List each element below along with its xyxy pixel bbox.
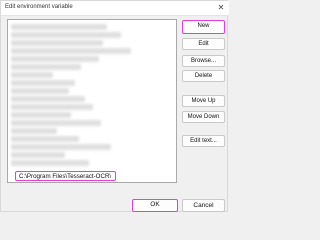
ok-button[interactable]: OK xyxy=(132,199,178,212)
move-up-button[interactable]: Move Up xyxy=(182,95,225,107)
list-item[interactable] xyxy=(11,32,121,38)
list-item[interactable] xyxy=(11,120,101,126)
list-item[interactable] xyxy=(11,136,79,142)
edit-text-button[interactable]: Edit text... xyxy=(182,135,225,147)
list-item[interactable] xyxy=(11,160,89,166)
selected-path-entry[interactable]: C:\Program Files\Tesseract-OCR\ xyxy=(15,171,116,181)
list-item[interactable] xyxy=(11,56,99,62)
list-item[interactable] xyxy=(11,128,57,134)
list-item[interactable] xyxy=(11,72,53,78)
list-item[interactable] xyxy=(11,48,131,54)
close-icon[interactable]: ✕ xyxy=(216,3,226,13)
list-item[interactable] xyxy=(11,152,65,158)
move-down-button[interactable]: Move Down xyxy=(182,111,225,123)
cancel-button[interactable]: Cancel xyxy=(182,199,225,212)
browse-button[interactable]: Browse... xyxy=(182,55,225,67)
list-item[interactable] xyxy=(11,80,75,86)
list-item[interactable] xyxy=(11,64,81,70)
list-item[interactable] xyxy=(11,144,111,150)
selected-path-text: C:\Program Files\Tesseract-OCR\ xyxy=(19,173,112,180)
title-bar: Edit environment variable ✕ xyxy=(1,1,229,16)
edit-button[interactable]: Edit xyxy=(182,38,225,50)
list-item[interactable] xyxy=(11,104,93,110)
path-list[interactable] xyxy=(7,19,177,183)
list-item[interactable] xyxy=(11,24,107,30)
edit-environment-variable-dialog: Edit environment variable ✕ C:\Program F… xyxy=(0,0,229,212)
list-item[interactable] xyxy=(11,112,71,118)
delete-button[interactable]: Delete xyxy=(182,70,225,82)
list-item[interactable] xyxy=(11,40,103,46)
list-item[interactable] xyxy=(11,96,85,102)
list-item[interactable] xyxy=(11,88,69,94)
window-title: Edit environment variable xyxy=(5,4,73,10)
new-button[interactable]: New xyxy=(182,20,225,34)
